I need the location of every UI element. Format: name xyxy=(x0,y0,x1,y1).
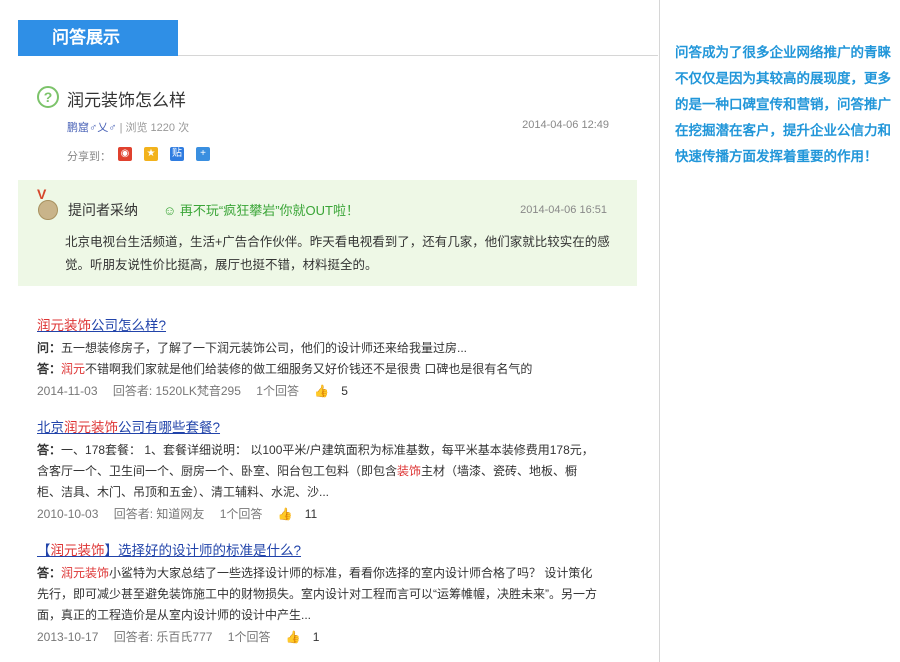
view-count: 浏览 1220 次 xyxy=(125,122,190,134)
thumbs-up-icon: 👍 xyxy=(285,630,301,644)
result-answerer: 回答者: 1520LK梵音295 xyxy=(112,384,241,398)
result-answer-count: 1个回答 xyxy=(219,507,263,521)
share-weibo-icon[interactable]: ◉ xyxy=(118,147,132,161)
result-answer-count: 1个回答 xyxy=(227,630,271,644)
adopted-title: 提问者采纳 xyxy=(68,202,138,218)
adopted-answer: V 提问者采纳 ☺ 再不玩“疯狂攀岩”你就OUT啦！ 2014-04-06 16… xyxy=(18,180,637,286)
result-answer-count: 1个回答 xyxy=(256,384,299,398)
sidebar-description: 问答成为了很多企业网络推广的青睐不仅仅是因为其较高的展现度，更多的是一种口碑宣传… xyxy=(675,45,891,164)
result-answer: 答：一、178套餐： 1、套餐详细说明： 以100平米/户建筑面积为标准基数，每… xyxy=(37,443,594,499)
result-answer: 答：润元装饰小鲨特为大家总结了一些选择设计师的标准，看看你选择的室内设计师合格了… xyxy=(37,566,597,622)
result-title-link[interactable]: 润元装饰公司怎么样? xyxy=(37,314,597,338)
like-button[interactable]: 👍 11 xyxy=(278,507,329,521)
medal-icon: V xyxy=(36,187,58,222)
vertical-divider xyxy=(659,0,660,662)
adopted-body: 北京电视台生活频道，生活+广告合作伙伴。昨天看电视看到了，还有几家，他们家就比较… xyxy=(65,235,610,272)
result-title-link[interactable]: 【润元装饰】选择好的设计师的标准是什么? xyxy=(37,539,597,563)
question-time: 2014-04-06 12:49 xyxy=(522,119,609,131)
adopted-time: 2014-04-06 16:51 xyxy=(520,204,607,216)
promo-icon: ☺ xyxy=(163,203,180,218)
section-title: 问答展示 xyxy=(52,28,120,47)
share-tieba-icon[interactable]: 贴 xyxy=(170,147,184,161)
question-icon: ? xyxy=(37,86,59,108)
promo-text: 再不玩“疯狂攀岩”你就OUT啦！ xyxy=(179,203,359,218)
result-item: 北京润元装饰公司有哪些套餐? 答：一、178套餐： 1、套餐详细说明： 以100… xyxy=(37,416,597,525)
result-date: 2014-11-03 xyxy=(37,384,98,398)
question-meta: 鹏窟♂乂♂ | 浏览 1220 次 xyxy=(67,122,190,134)
result-footer: 2014-11-03 回答者: 1520LK梵音295 1个回答 👍 5 xyxy=(37,380,597,402)
result-item: 润元装饰公司怎么样? 问：五一想装修房子，了解了一下润元装饰公司，他们的设计师还… xyxy=(37,314,597,402)
share-more-icon[interactable]: + xyxy=(196,147,210,161)
result-answerer: 回答者: 知道网友 xyxy=(113,507,205,521)
like-button[interactable]: 👍 1 xyxy=(286,630,332,644)
thumbs-up-icon: 👍 xyxy=(314,384,330,398)
question-title: 润元装饰怎么样 xyxy=(67,91,186,110)
result-date: 2013-10-17 xyxy=(37,630,99,644)
section-header: 问答展示 xyxy=(18,20,178,56)
share-label: 分享到： xyxy=(67,151,111,163)
result-answerer: 回答者: 乐百氏777 xyxy=(113,630,213,644)
asker-link[interactable]: 鹏窟♂乂♂ xyxy=(67,122,117,134)
result-title-link[interactable]: 北京润元装饰公司有哪些套餐? xyxy=(37,416,597,440)
result-date: 2010-10-03 xyxy=(37,507,99,521)
result-answer: 答：润元不错啊我们家就是他们给装修的做工细服务又好价钱还不是很贵 口碑也是很有名… xyxy=(37,362,533,376)
header-divider xyxy=(178,55,658,56)
related-results: 润元装饰公司怎么样? 问：五一想装修房子，了解了一下润元装饰公司，他们的设计师还… xyxy=(37,314,597,662)
like-button[interactable]: 👍 5 xyxy=(314,384,360,398)
result-item: 【润元装饰】选择好的设计师的标准是什么? 答：润元装饰小鲨特为大家总结了一些选择… xyxy=(37,539,597,648)
thumbs-up-icon: 👍 xyxy=(277,507,293,521)
promo-link[interactable]: ☺ 再不玩“疯狂攀岩”你就OUT啦！ xyxy=(163,200,359,219)
share-icons: ◉ ★ 贴 + xyxy=(118,147,210,161)
result-question: 问：五一想装修房子，了解了一下润元装饰公司，他们的设计师还来给我量过房... xyxy=(37,341,468,355)
share-qzone-icon[interactable]: ★ xyxy=(144,147,158,161)
result-footer: 2010-10-03 回答者: 知道网友 1个回答 👍 11 xyxy=(37,503,597,525)
result-footer: 2013-10-17 回答者: 乐百氏777 1个回答 👍 1 xyxy=(37,626,597,648)
